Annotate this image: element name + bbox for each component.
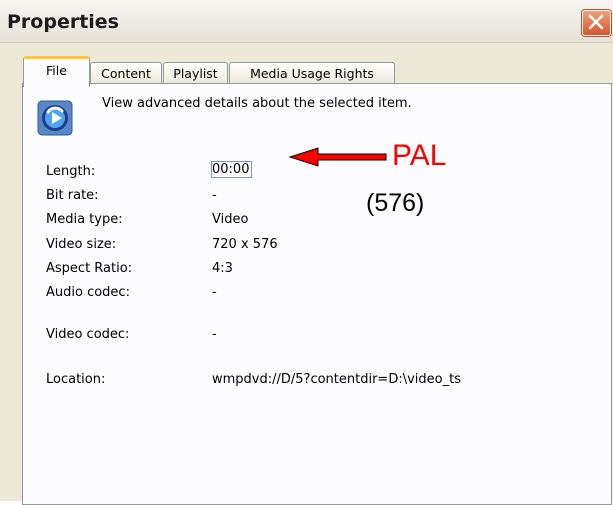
video-size-value: 720 x 576 xyxy=(212,237,278,252)
aspect-ratio-value: 4:3 xyxy=(212,261,233,276)
media-type-value: Video xyxy=(212,212,249,227)
media-type-label: Media type: xyxy=(46,212,123,227)
tab-playlist[interactable]: Playlist xyxy=(163,62,228,84)
tab-media-usage-rights[interactable]: Media Usage Rights xyxy=(229,62,395,84)
length-value[interactable]: 00:00 xyxy=(210,161,253,178)
properties-window: Properties File Content Playlist Media U… xyxy=(0,0,613,505)
length-label: Length: xyxy=(46,164,96,179)
bit-rate-value: - xyxy=(212,188,217,203)
aspect-ratio-label: Aspect Ratio: xyxy=(46,261,133,276)
close-button[interactable] xyxy=(582,10,611,36)
audio-codec-value: - xyxy=(212,285,217,300)
video-codec-label: Video codec: xyxy=(46,327,130,342)
tab-file[interactable]: File xyxy=(23,56,90,87)
window-title: Properties xyxy=(7,11,119,33)
left-arrow-icon xyxy=(288,147,387,167)
pal-resolution-annotation: (576) xyxy=(366,189,425,217)
video-codec-value: - xyxy=(212,327,217,342)
location-value: wmpdvd://D/5?contentdir=D:\video_ts xyxy=(212,372,461,387)
video-size-label: Video size: xyxy=(46,237,117,252)
bit-rate-label: Bit rate: xyxy=(46,188,99,203)
close-icon xyxy=(588,14,604,30)
description-text: View advanced details about the selected… xyxy=(102,96,412,111)
pal-annotation: PAL xyxy=(392,139,447,172)
tab-content[interactable]: Content xyxy=(90,62,162,84)
audio-codec-label: Audio codec: xyxy=(46,285,130,300)
location-label: Location: xyxy=(46,372,106,387)
tab-strip: File Content Playlist Media Usage Rights xyxy=(0,56,613,87)
title-bar[interactable]: Properties xyxy=(0,0,613,43)
media-player-icon xyxy=(37,100,73,136)
